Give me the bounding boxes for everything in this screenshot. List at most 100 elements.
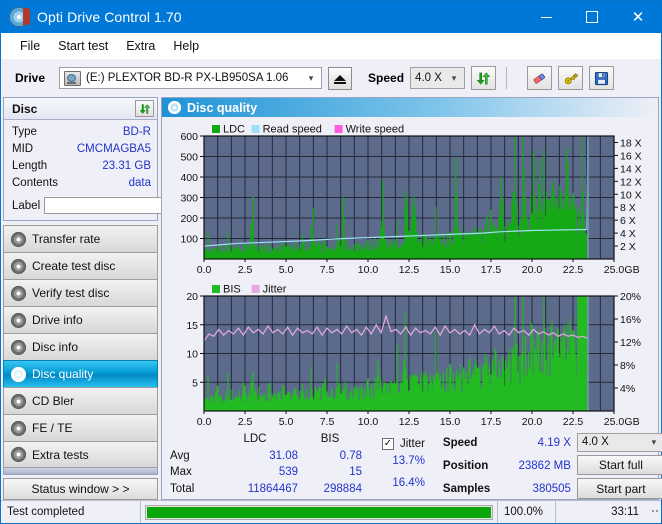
disc-row-length: Length 23.31 GB (12, 158, 151, 174)
svg-text:15.0: 15.0 (440, 264, 461, 276)
disc-icon (9, 7, 30, 27)
sidebar-item-label: CD Bler (32, 394, 75, 408)
stats-row-label: Avg (170, 449, 190, 462)
svg-text:8%: 8% (620, 360, 635, 372)
status-window-button[interactable]: Status window > > (3, 478, 158, 500)
resize-grip[interactable] (645, 509, 661, 515)
disc-icon (11, 312, 26, 328)
disc-row-mid: MID CMCMAGBA5 (12, 141, 151, 157)
samples-stat-value: 380505 (532, 482, 571, 495)
progress-cell (141, 501, 497, 523)
sidebar-item-cd-bler[interactable]: CD Bler (3, 387, 158, 414)
svg-text:500: 500 (180, 152, 198, 164)
sidebar-item-label: Disc quality (32, 367, 94, 381)
charts-area: 100 200 300 400 500 600 2 X4 X6 X8 X 10 X 12 X 14… (162, 117, 658, 431)
progress-fill (147, 506, 491, 518)
stats-ldc-max: 539 (278, 466, 298, 478)
test-speed-value: 4.0 X (581, 436, 609, 449)
speed-stat-value: 4.19 X (537, 437, 571, 450)
drive-icon (64, 70, 82, 86)
disc-row-key: Length (12, 160, 48, 172)
right-stats: Speed 4.19 X Position 23862 MB Samples 3… (443, 433, 571, 499)
menu-extra[interactable]: Extra (117, 36, 164, 56)
minimize-button[interactable] (523, 1, 569, 33)
svg-text:LDC: LDC (223, 124, 245, 136)
svg-text:7.5: 7.5 (320, 416, 335, 428)
sidebar-item-create-test-disc[interactable]: Create test disc (3, 252, 158, 279)
sidebar-item-verify-test-disc[interactable]: Verify test disc (3, 279, 158, 306)
svg-text:100: 100 (180, 234, 198, 246)
jitter-max: 16.4% (392, 477, 425, 489)
speed-select[interactable]: 4.0 X ▾ (410, 67, 466, 89)
disc-icon (11, 366, 26, 382)
jitter-checkbox[interactable]: ✓ (382, 438, 394, 450)
stats-ldc-total: 11864467 (247, 482, 298, 495)
refresh-button[interactable] (471, 66, 497, 90)
svg-text:10.0: 10.0 (358, 264, 379, 276)
content-panel: Disc quality 100 200 300 400 500 600 2 X4 X6 X… (161, 97, 662, 500)
svg-text:12.5: 12.5 (399, 264, 420, 276)
sidebar-item-extra-tests[interactable]: Extra tests (3, 441, 158, 468)
disc-row-value: data (128, 177, 151, 189)
save-icon (594, 71, 609, 85)
eject-button[interactable] (328, 66, 353, 90)
sidebar-item-disc-info[interactable]: Disc info (3, 333, 158, 360)
svg-text:300: 300 (180, 193, 198, 205)
disc-row-value: 23.31 GB (102, 160, 151, 172)
disc-refresh-button[interactable] (135, 100, 154, 117)
disc-icon (11, 258, 26, 274)
content-header: Disc quality (162, 98, 658, 117)
maximize-button[interactable] (569, 1, 615, 33)
menu-file[interactable]: File (11, 36, 49, 56)
sidebar-item-label: Drive info (32, 313, 83, 327)
app-window: Opti Drive Control 1.70 ✕ File Start tes… (0, 0, 662, 524)
close-button[interactable]: ✕ (615, 1, 661, 33)
disc-icon (11, 285, 26, 301)
svg-text:20: 20 (186, 291, 198, 303)
start-part-button[interactable]: Start part (576, 478, 662, 500)
svg-text:17.5: 17.5 (481, 416, 502, 428)
menu-start-test[interactable]: Start test (49, 36, 117, 56)
disc-panel-title: Disc (12, 101, 38, 116)
sidebar-nav: Transfer rate Create test disc Verify te… (3, 225, 158, 468)
svg-text:7.5: 7.5 (320, 264, 335, 276)
bis-chart: 5 10 15 20 4% 8% 12% 16% 20% 0.0 2.5 5.0 7.5 10.0 12.5… (164, 279, 654, 431)
title-bar: Opti Drive Control 1.70 ✕ (1, 1, 661, 33)
stats-bis-max: 15 (349, 466, 362, 478)
status-message: Test completed (1, 501, 141, 523)
drive-select[interactable]: (E:) PLEXTOR BD-R PX-LB950SA 1.06 ▾ (59, 67, 323, 89)
stats-area: LDC BIS Avg 31.08 0.78 Max 539 15 Total … (162, 431, 662, 500)
svg-text:12%: 12% (620, 337, 641, 349)
chevron-down-icon: ▾ (651, 436, 657, 447)
main-area: Disc Type BD-R MID CMCMAGBA5 Length 23.3… (1, 97, 662, 500)
svg-text:25.0: 25.0 (604, 264, 625, 276)
test-speed-select[interactable]: 4.0 X ▾ (576, 433, 662, 452)
menu-help[interactable]: Help (164, 36, 208, 56)
svg-text:5.0: 5.0 (279, 416, 294, 428)
svg-text:Read speed: Read speed (263, 124, 322, 136)
chevron-down-icon: ▾ (308, 72, 314, 83)
svg-text:20.0: 20.0 (522, 416, 543, 428)
svg-text:GB: GB (624, 264, 639, 276)
action-column: 4.0 X ▾ Start full Start part (576, 433, 662, 500)
sidebar-item-transfer-rate[interactable]: Transfer rate (3, 225, 158, 252)
sidebar-item-fe-te[interactable]: FE / TE (3, 414, 158, 441)
svg-text:0.0: 0.0 (197, 264, 212, 276)
erase-button[interactable] (527, 66, 553, 90)
svg-text:12.5: 12.5 (399, 416, 420, 428)
disc-info-list: Type BD-R MID CMCMAGBA5 Length 23.31 GB … (4, 120, 157, 195)
svg-text:17.5: 17.5 (481, 264, 502, 276)
eject-icon (334, 75, 347, 84)
sidebar: Disc Type BD-R MID CMCMAGBA5 Length 23.3… (3, 97, 220, 500)
disc-row-value: BD-R (122, 126, 151, 138)
sidebar-item-drive-info[interactable]: Drive info (3, 306, 158, 333)
chevron-down-icon: ▾ (451, 72, 457, 83)
svg-text:6 X: 6 X (620, 215, 636, 227)
sidebar-item-disc-quality[interactable]: Disc quality (3, 360, 158, 387)
jitter-label: Jitter (400, 438, 425, 450)
window-title: Opti Drive Control 1.70 (37, 9, 182, 25)
svg-text:15: 15 (186, 320, 198, 332)
start-full-button[interactable]: Start full (576, 454, 662, 476)
key-button[interactable] (558, 66, 584, 90)
save-button[interactable] (589, 66, 615, 90)
